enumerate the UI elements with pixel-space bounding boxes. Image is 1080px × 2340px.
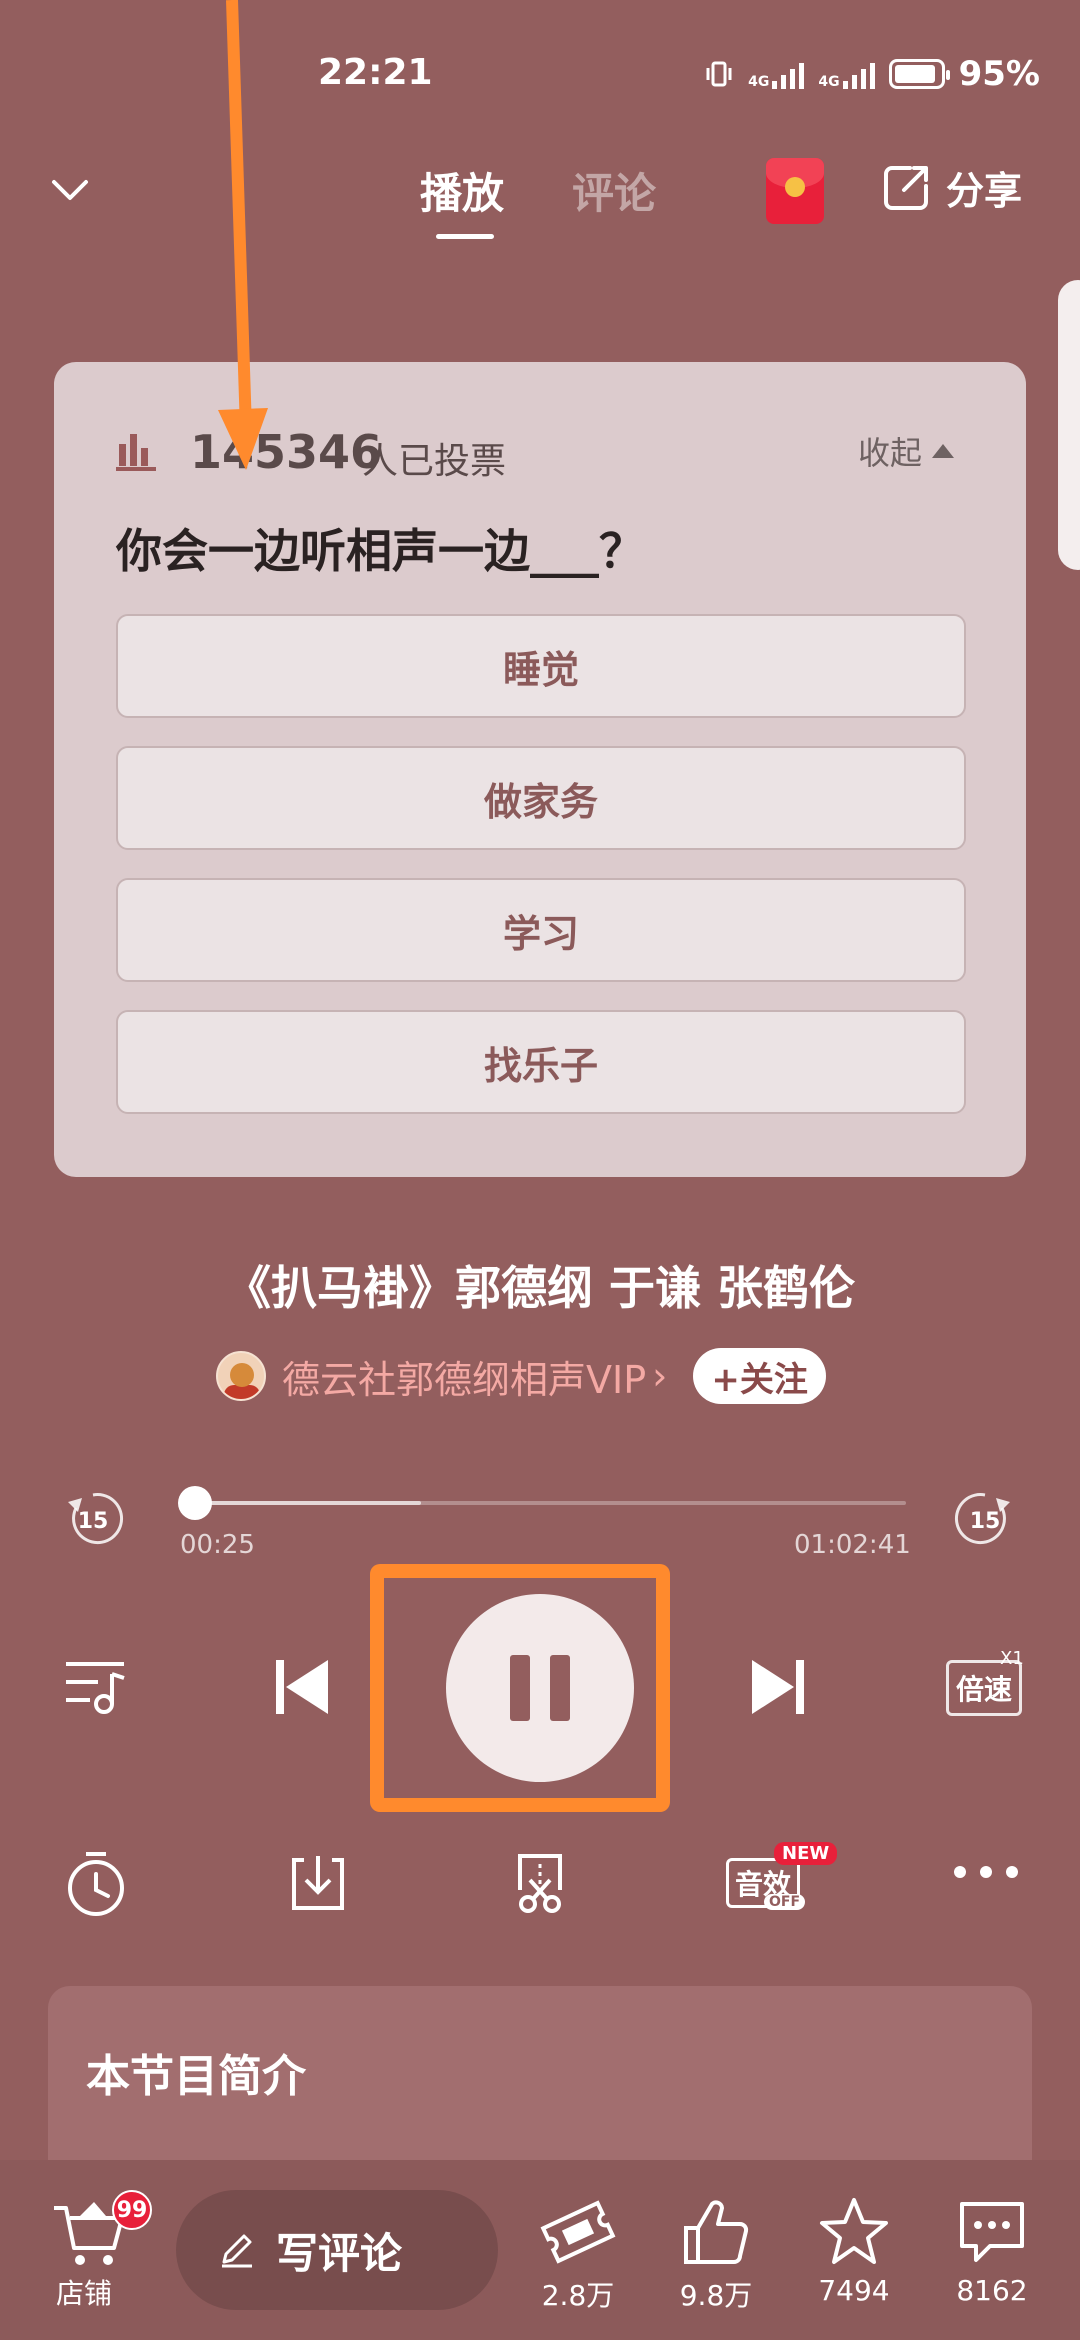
status-time: 22:21 — [318, 52, 433, 93]
ticket-count: 2.8万 — [541, 2279, 615, 2312]
previous-track-icon[interactable] — [272, 1656, 332, 1718]
comment-count: 8162 — [956, 2274, 1028, 2307]
skip-forward-label: 15 — [970, 1509, 1001, 1534]
avatar[interactable] — [216, 1351, 266, 1401]
share-icon — [884, 165, 928, 210]
network-type-2: 4G — [818, 74, 840, 90]
like-count: 9.8万 — [679, 2279, 753, 2312]
skip-forward-15-icon[interactable]: 15 — [954, 1488, 1016, 1550]
author-row[interactable]: 德云社郭德纲相声VIP › +关注 — [216, 1348, 826, 1404]
share-button[interactable]: 分享 — [880, 160, 1022, 215]
star-icon — [820, 2198, 888, 2264]
write-comment-label: 写评论 — [276, 2228, 403, 2278]
caret-up-icon — [932, 444, 955, 458]
poll-option[interactable]: 做家务 — [116, 746, 966, 850]
more-options-icon[interactable] — [954, 1866, 1018, 1878]
track-title: 《扒马褂》郭德纲 于谦 张鹤伦 — [224, 1261, 856, 1315]
poll-question: 你会一边听相声一边___？ — [116, 524, 645, 578]
author-arrow-icon: › — [652, 1354, 668, 1398]
author-name[interactable]: 德云社郭德纲相声VIP — [282, 1349, 646, 1404]
network-type-1: 4G — [748, 74, 770, 90]
tab-comment[interactable]: 评论 — [572, 160, 656, 221]
share-label: 分享 — [946, 169, 1023, 213]
poll-collapse-button[interactable]: 收起 — [858, 428, 955, 474]
total-time: 01:02:41 — [794, 1530, 911, 1560]
off-badge: OFF — [764, 1894, 806, 1910]
favorite-count: 7494 — [818, 2274, 890, 2307]
speed-button[interactable]: 倍速 — [946, 1660, 1022, 1716]
intro-title: 本节目简介 — [86, 2051, 306, 2102]
battery-icon — [888, 59, 950, 89]
red-packet-icon[interactable] — [766, 158, 824, 224]
bar-chart-icon — [116, 434, 156, 471]
pause-icon — [510, 1655, 530, 1721]
poll-vote-suffix: 人已投票 — [362, 441, 507, 482]
progress-buffer — [182, 1501, 421, 1505]
ticket-icon — [540, 2200, 616, 2264]
playlist-icon[interactable] — [62, 1656, 128, 1716]
skip-back-label: 15 — [78, 1509, 109, 1534]
pause-button[interactable] — [446, 1594, 634, 1782]
new-badge: NEW — [774, 1842, 838, 1865]
battery-percent: 95% — [958, 54, 1040, 94]
write-comment-input[interactable]: 写评论 — [176, 2190, 498, 2310]
signal-icon — [842, 59, 875, 89]
chevron-down-icon[interactable] — [50, 170, 90, 210]
shop-badge: 99 — [112, 2190, 152, 2230]
skip-back-15-icon[interactable]: 15 — [62, 1488, 124, 1550]
poll-collapse-label: 收起 — [858, 434, 923, 472]
timer-icon[interactable] — [62, 1850, 130, 1918]
poll-option[interactable]: 睡觉 — [116, 614, 966, 718]
shop-label[interactable]: 店铺 — [56, 2272, 112, 2312]
poll-option[interactable]: 学习 — [116, 878, 966, 982]
signal-icon — [772, 59, 805, 89]
thumbs-up-icon — [684, 2200, 749, 2264]
comment-bubble-icon — [960, 2202, 1024, 2262]
download-icon[interactable] — [284, 1850, 352, 1918]
tab-active-indicator — [436, 234, 494, 239]
progress-thumb[interactable] — [178, 1486, 212, 1520]
pencil-icon — [222, 2234, 252, 2268]
clip-scissors-icon[interactable] — [506, 1850, 574, 1918]
annotation-arrow-icon — [218, 0, 268, 470]
side-panel-handle[interactable] — [1058, 280, 1080, 570]
vibrate-icon — [706, 61, 732, 87]
comments-button[interactable]: 8162 — [942, 2196, 1042, 2307]
follow-button[interactable]: +关注 — [693, 1348, 826, 1404]
pause-icon — [550, 1655, 570, 1721]
tab-play[interactable]: 播放 — [420, 160, 504, 221]
favorite-button[interactable]: 7494 — [804, 2196, 904, 2307]
next-track-icon[interactable] — [748, 1656, 808, 1718]
status-icons: 4G 4G 95% — [704, 54, 1040, 94]
current-time: 00:25 — [180, 1530, 255, 1560]
ticket-button[interactable]: 2.8万 — [528, 2196, 628, 2314]
like-button[interactable]: 9.8万 — [666, 2196, 766, 2314]
poll-option[interactable]: 找乐子 — [116, 1010, 966, 1114]
